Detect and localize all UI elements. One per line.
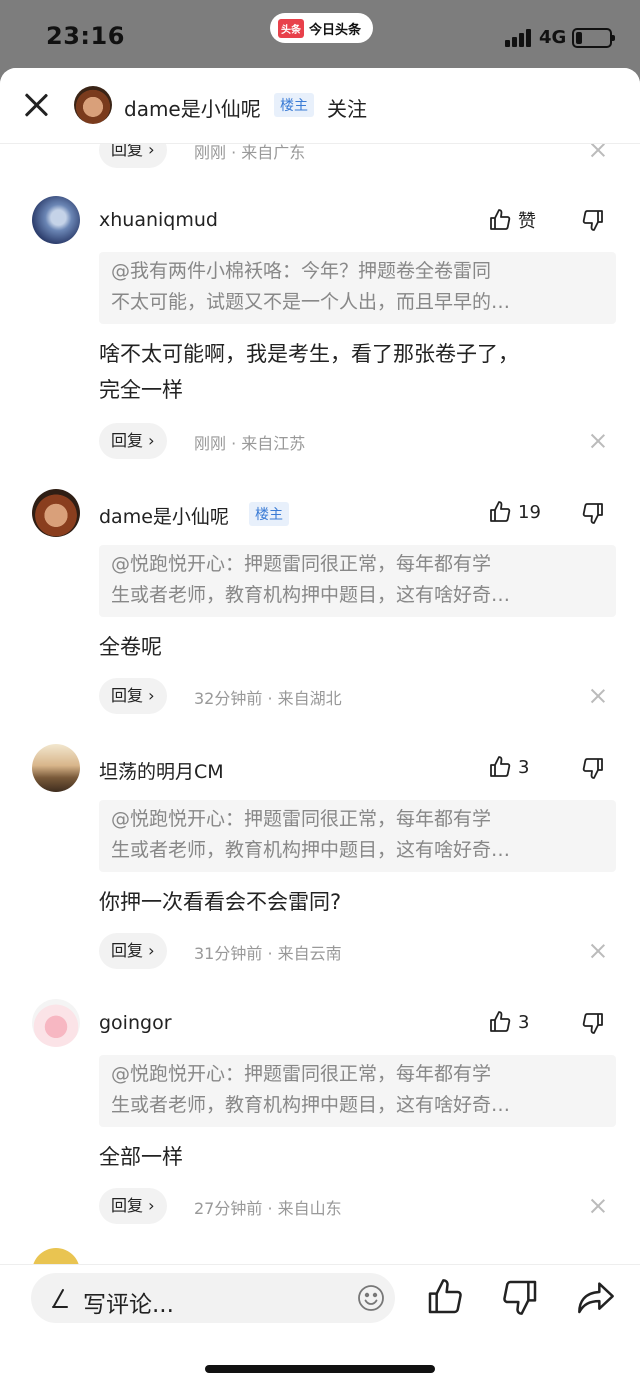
signal-icon xyxy=(505,29,535,47)
thumbs-up-icon xyxy=(490,1011,511,1032)
quoted-comment[interactable]: @我有两件小棉袄咯：今年？押题卷全卷雷同 不太可能，试题又不是一个人出，而且早早… xyxy=(99,252,616,324)
comment-line: 全部一样 xyxy=(99,1145,183,1169)
follow-button[interactable]: 关注 xyxy=(327,93,367,122)
comment-body: 全卷呢 xyxy=(99,629,619,665)
like-button[interactable]: 赞 xyxy=(488,207,536,233)
quote-line: 生或者老师，教育机构押中题目，这有啥好奇… xyxy=(111,839,511,861)
reply-label: 回复 xyxy=(111,1196,144,1215)
avatar[interactable] xyxy=(32,744,80,792)
comment-meta: 31分钟前 · 来自云南 xyxy=(194,944,342,963)
op-badge: 楼主 xyxy=(249,502,289,526)
home-indicator xyxy=(205,1365,435,1373)
reply-button[interactable]: 回复 › xyxy=(99,423,167,459)
comment-meta: 32分钟前 · 来自湖北 xyxy=(194,689,342,708)
write-comment-placeholder: 写评论... xyxy=(83,1292,174,1318)
thumbs-down-icon[interactable] xyxy=(581,208,605,232)
quote-line: @我有两件小棉袄咯：今年？押题卷全卷雷同 xyxy=(111,260,492,282)
app-logo: 头条 xyxy=(278,18,304,38)
reply-label: 回复 xyxy=(111,941,144,960)
thumbs-up-icon xyxy=(490,209,511,230)
like-icon[interactable] xyxy=(425,1277,465,1317)
quote-line: 生或者老师，教育机构押中题目，这有啥好奇… xyxy=(111,584,511,606)
comment-meta: 27分钟前 · 来自山东 xyxy=(194,1199,342,1218)
app-indicator: 头条 今日头条 xyxy=(270,13,374,43)
comment-username[interactable]: goingor xyxy=(99,1012,172,1034)
comment-body: 全部一样 xyxy=(99,1139,619,1175)
quoted-comment[interactable]: @悦跑悦开心：押题雷同很正常，每年都有学 生或者老师，教育机构押中题目，这有啥好… xyxy=(99,545,616,617)
app-name: 今日头条 xyxy=(309,22,362,38)
avatar[interactable] xyxy=(32,196,80,244)
comment-line: 啥不太可能啊，我是考生，看了那张卷子了， xyxy=(99,342,519,366)
thumbs-down-icon[interactable] xyxy=(581,1011,605,1035)
comment-username[interactable]: xhuaniqmud xyxy=(99,209,218,231)
comment-username[interactable]: dame是小仙呢 xyxy=(99,502,229,529)
close-icon[interactable] xyxy=(590,433,606,449)
comment-username[interactable]: 坦荡的明月CM xyxy=(99,757,224,784)
comment-line: 你押一次看看会不会雷同? xyxy=(99,890,342,914)
sheet-header: dame是小仙呢 楼主 关注 xyxy=(0,68,640,144)
thumbs-up-icon xyxy=(490,756,511,777)
avatar[interactable] xyxy=(32,999,80,1047)
quote-line: @悦跑悦开心：押题雷同很正常，每年都有学 xyxy=(111,808,492,830)
quoted-comment[interactable]: @悦跑悦开心：押题雷同很正常，每年都有学 生或者老师，教育机构押中题目，这有啥好… xyxy=(99,1055,616,1127)
write-comment-input[interactable]: 写评论... xyxy=(31,1273,395,1323)
close-icon[interactable] xyxy=(590,943,606,959)
dislike-icon[interactable] xyxy=(500,1277,540,1317)
close-icon[interactable] xyxy=(590,688,606,704)
like-count: 3 xyxy=(518,1011,530,1033)
thumbs-down-icon[interactable] xyxy=(581,501,605,525)
like-button[interactable]: 3 xyxy=(488,1010,529,1034)
avatar[interactable] xyxy=(32,489,80,537)
comment-line: 完全一样 xyxy=(99,378,183,402)
emoji-icon[interactable] xyxy=(356,1283,386,1313)
share-icon[interactable] xyxy=(576,1277,616,1317)
bottom-bar: 写评论... xyxy=(0,1264,640,1385)
op-badge: 楼主 xyxy=(274,93,314,117)
battery-level xyxy=(576,32,583,44)
comment-line: 全卷呢 xyxy=(99,635,162,659)
reply-button[interactable]: 回复 › xyxy=(99,678,167,714)
reply-label: 回复 xyxy=(111,431,144,450)
reply-button[interactable]: 回复 › xyxy=(99,1188,167,1224)
like-button[interactable]: 3 xyxy=(488,755,529,779)
like-count: 赞 xyxy=(518,211,536,232)
network-type: 4G xyxy=(539,27,567,48)
comment-body: 你押一次看看会不会雷同? xyxy=(99,884,619,920)
reply-button[interactable]: 回复 › xyxy=(99,933,167,969)
avatar[interactable] xyxy=(74,86,112,124)
thumbs-down-icon[interactable] xyxy=(581,756,605,780)
close-icon[interactable] xyxy=(590,1198,606,1214)
quoted-comment[interactable]: @悦跑悦开心：押题雷同很正常，每年都有学 生或者老师，教育机构押中题目，这有啥好… xyxy=(99,800,616,872)
quote-line: 生或者老师，教育机构押中题目，这有啥好奇… xyxy=(111,1094,511,1116)
close-icon[interactable] xyxy=(590,142,606,158)
like-count: 19 xyxy=(518,501,541,523)
comment-meta: 刚刚 · 来自江苏 xyxy=(194,434,306,453)
quote-line: @悦跑悦开心：押题雷同很正常，每年都有学 xyxy=(111,1063,492,1085)
battery-icon xyxy=(572,28,615,48)
reply-label: 回复 xyxy=(111,686,144,705)
like-button[interactable]: 19 xyxy=(488,500,541,524)
like-count: 3 xyxy=(518,756,530,778)
pen-icon xyxy=(52,1289,68,1308)
thumbs-up-icon xyxy=(490,501,511,522)
comment-sheet: dame是小仙呢 楼主 关注 回复 › 刚刚 · 来自广东 xhuaniqmud… xyxy=(0,68,640,1385)
status-bar: 23:16 头条 今日头条 4G xyxy=(0,0,640,70)
quote-line: 不太可能，试题又不是一个人出，而且早早的… xyxy=(111,291,511,313)
header-username[interactable]: dame是小仙呢 xyxy=(124,93,261,122)
status-time: 23:16 xyxy=(46,22,125,50)
close-icon[interactable] xyxy=(22,90,52,120)
comment-body: 啥不太可能啊，我是考生，看了那张卷子了， 完全一样 xyxy=(99,336,619,408)
quote-line: @悦跑悦开心：押题雷同很正常，每年都有学 xyxy=(111,553,492,575)
